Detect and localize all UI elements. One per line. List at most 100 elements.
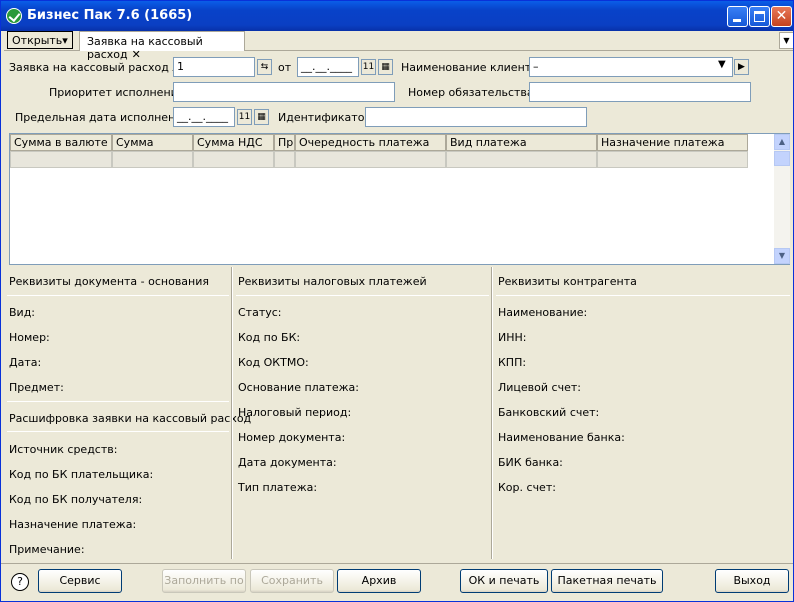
fill-by-button[interactable]: Заполнить по (162, 569, 246, 593)
batch-print-button[interactable]: Пакетная печать (551, 569, 663, 593)
basis-type-label: Вид: (9, 306, 36, 319)
scroll-thumb[interactable] (774, 151, 790, 166)
basis-number-label: Номер: (9, 331, 50, 344)
table-cell[interactable] (597, 151, 748, 168)
counterparty-header: Реквизиты контрагента (498, 275, 637, 288)
maximize-icon (754, 11, 765, 22)
obligation-field[interactable] (529, 82, 751, 102)
deadline-spin-icon[interactable]: 11 (237, 109, 252, 125)
scroll-up-icon[interactable]: ▲ (774, 134, 790, 150)
table-cell[interactable] (274, 151, 295, 168)
tab-close-icon[interactable]: ✕ (132, 48, 141, 61)
note-label: Примечание: (9, 543, 85, 556)
tax-bk-code-label: Код по БК: (238, 331, 301, 344)
client-open-icon[interactable]: ▶ (734, 59, 749, 75)
request-number-label: Заявка на кассовый расход № (9, 61, 184, 74)
service-button[interactable]: Сервис (38, 569, 122, 593)
divider (236, 295, 489, 296)
column-header[interactable]: Пр (274, 134, 295, 151)
table-scrollbar[interactable]: ▲ ▼ (774, 134, 790, 264)
cp-inn-label: ИНН: (498, 331, 527, 344)
column-header[interactable]: Сумма НДС (193, 134, 274, 151)
cp-bik-label: БИК банка: (498, 456, 563, 469)
table-cell[interactable] (446, 151, 597, 168)
panel-separator (231, 267, 233, 559)
column-header[interactable]: Очередность платежа (295, 134, 446, 151)
priority-label: Приоритет исполнения (49, 86, 185, 99)
request-number-field[interactable]: 1 (173, 57, 255, 77)
payment-basis-label: Основание платежа: (238, 381, 359, 394)
tax-period-label: Налоговый период: (238, 406, 352, 419)
number-generate-icon[interactable]: ⇆ (257, 59, 272, 75)
close-window-button[interactable]: ✕ (771, 6, 792, 27)
archive-button[interactable]: Архив (337, 569, 421, 593)
help-icon[interactable]: ? (11, 573, 29, 591)
cp-bank-account-label: Банковский счет: (498, 406, 600, 419)
calendar-icon[interactable]: ▦ (378, 59, 393, 75)
client-select[interactable]: – (529, 57, 733, 77)
column-header[interactable]: Назначение платежа (597, 134, 748, 151)
date-spin-icon[interactable]: 11 (361, 59, 376, 75)
cp-corr-account-label: Кор. счет: (498, 481, 556, 494)
column-header[interactable]: Сумма (112, 134, 193, 151)
client-label: Наименование клиента (401, 61, 538, 74)
from-label: от (278, 61, 292, 74)
recipient-bk-code-label: Код по БК получателя: (9, 493, 143, 506)
cp-bank-name-label: Наименование банка: (498, 431, 625, 444)
doc-date-label: Дата документа: (238, 456, 337, 469)
tab-cash-request[interactable]: Заявка на кассовый расход ✕ (79, 31, 245, 61)
table-cell[interactable] (10, 151, 112, 168)
basis-date-label: Дата: (9, 356, 42, 369)
divider (7, 431, 229, 432)
ok-print-button[interactable]: ОК и печать (460, 569, 548, 593)
column-header[interactable]: Вид платежа (446, 134, 597, 151)
title-bar[interactable]: Бизнес Пак 7.6 (1665) ✕ (1, 1, 793, 31)
payer-bk-code-label: Код по БК плательщика: (9, 468, 154, 481)
breakdown-header: Расшифровка заявки на кассовый расход (9, 412, 252, 425)
basis-doc-header: Реквизиты документа - основания (9, 275, 210, 288)
close-icon: ✕ (775, 8, 788, 24)
open-menu-button[interactable]: Открыть▾ (7, 31, 73, 49)
tax-payments-header: Реквизиты налоговых платежей (238, 275, 427, 288)
minimize-icon (733, 19, 741, 22)
table-header: Сумма в валюте Сумма Сумма НДС Пр Очеред… (10, 134, 748, 151)
table-cell[interactable] (112, 151, 193, 168)
cp-personal-account-label: Лицевой счет: (498, 381, 581, 394)
maximize-button[interactable] (749, 6, 770, 27)
identifier-field[interactable] (365, 107, 587, 127)
exit-button[interactable]: Выход (715, 569, 789, 593)
minimize-button[interactable] (727, 6, 748, 27)
oktmo-label: Код ОКТМО: (238, 356, 309, 369)
cp-kpp-label: КПП: (498, 356, 527, 369)
tax-status-label: Статус: (238, 306, 282, 319)
cp-name-label: Наименование: (498, 306, 588, 319)
purpose-label: Назначение платежа: (9, 518, 137, 531)
scroll-down-icon[interactable]: ▼ (774, 248, 790, 264)
table-cell[interactable] (295, 151, 446, 168)
identifier-label: Идентификатор (278, 111, 372, 124)
funds-source-label: Источник средств: (9, 443, 118, 456)
tab-overflow-icon[interactable]: ▼ (779, 32, 793, 49)
save-button[interactable]: Сохранить (250, 569, 334, 593)
payments-table[interactable]: Сумма в валюте Сумма Сумма НДС Пр Очеред… (9, 133, 790, 265)
deadline-field[interactable]: __.__.____ (173, 107, 235, 127)
window-title: Бизнес Пак 7.6 (1665) (27, 8, 193, 23)
table-cell[interactable] (193, 151, 274, 168)
chevron-down-icon[interactable]: ▼ (718, 59, 726, 70)
obligation-label: Номер обязательства (408, 86, 534, 99)
date-field[interactable]: __.__.____ (297, 57, 359, 77)
priority-field[interactable] (173, 82, 395, 102)
doc-number-label: Номер документа: (238, 431, 346, 444)
panel-separator (491, 267, 493, 559)
app-logo-icon (6, 8, 22, 24)
divider (7, 295, 229, 296)
divider (496, 295, 790, 296)
deadline-label: Предельная дата исполнения (15, 111, 190, 124)
divider (7, 401, 229, 402)
deadline-calendar-icon[interactable]: ▦ (254, 109, 269, 125)
basis-subject-label: Предмет: (9, 381, 64, 394)
main-window: Бизнес Пак 7.6 (1665) ✕ Открыть▾ Заявка … (0, 0, 794, 602)
column-header[interactable]: Сумма в валюте (10, 134, 112, 151)
table-row[interactable] (10, 151, 748, 168)
payment-type-label: Тип платежа: (238, 481, 318, 494)
